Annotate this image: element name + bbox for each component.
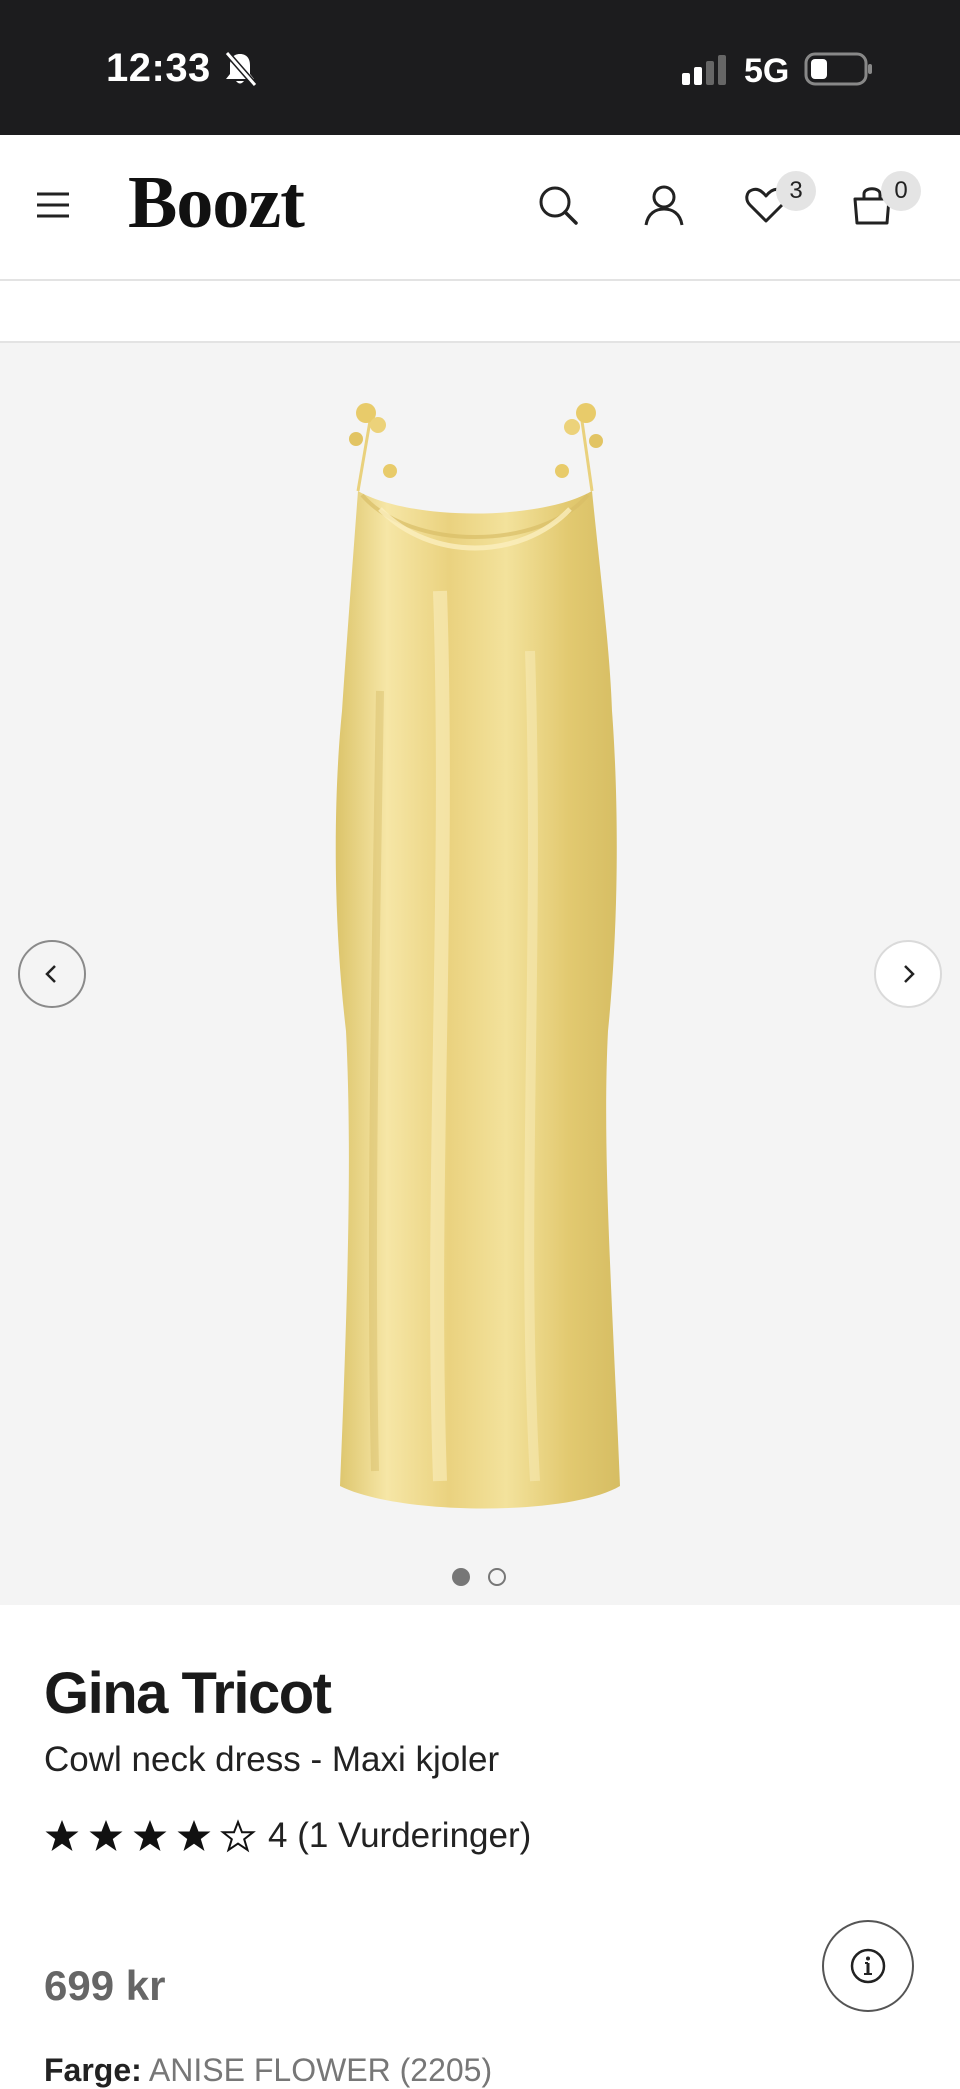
menu-icon[interactable] [36, 191, 70, 219]
carousel-dot-1[interactable] [452, 1568, 470, 1586]
wishlist-count-badge: 3 [776, 171, 816, 211]
product-name: Cowl neck dress - Maxi kjoler [44, 1740, 500, 1779]
info-icon [850, 1948, 886, 1984]
network-label: 5G [744, 52, 790, 90]
bell-slash-icon [224, 51, 258, 87]
chevron-right-icon [904, 965, 915, 983]
star-filled-icon [45, 1820, 79, 1851]
status-bar: 12:33 5G [0, 0, 960, 135]
previous-image-button[interactable] [18, 940, 86, 1008]
color-label: Farge: [44, 2052, 142, 2088]
chevron-left-icon [45, 965, 56, 983]
star-filled-icon [89, 1820, 123, 1851]
product-gallery[interactable] [0, 343, 960, 1605]
product-image[interactable] [320, 391, 640, 1551]
brand-logo[interactable]: Boozt [128, 161, 305, 246]
product-brand[interactable]: Gina Tricot [44, 1660, 332, 1727]
next-image-button[interactable] [874, 940, 942, 1008]
star-filled-icon [133, 1820, 167, 1851]
star-empty-icon [220, 1819, 256, 1853]
color-row: Farge: ANISE FLOWER (2205) [44, 2052, 492, 2089]
carousel-dot-2[interactable] [488, 1568, 506, 1586]
product-rating[interactable]: 4 (1 Vurderinger) [44, 1814, 531, 1858]
info-button[interactable] [822, 1920, 914, 2012]
search-icon[interactable] [536, 183, 580, 227]
signal-icon [682, 55, 726, 85]
product-price: 699 kr [44, 1962, 166, 2009]
site-header: Boozt 3 0 [0, 135, 960, 281]
status-time: 12:33 [106, 46, 211, 90]
rating-text: 4 (1 Vurderinger) [268, 1816, 532, 1855]
battery-icon [804, 52, 872, 86]
star-filled-icon [177, 1820, 211, 1851]
color-value: ANISE FLOWER (2205) [148, 2052, 493, 2088]
account-icon[interactable] [642, 183, 686, 227]
bag-count-badge: 0 [881, 171, 921, 211]
subnav-strip [0, 281, 960, 343]
